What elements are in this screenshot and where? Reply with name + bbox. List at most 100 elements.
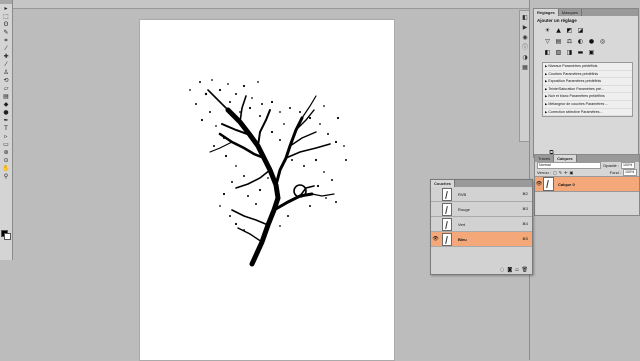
document-canvas[interactable] [140,20,394,360]
channel-shortcut: ⌘2 [522,192,528,196]
eraser-tool-icon[interactable]: ▱ [2,85,10,92]
preset-item[interactable]: ▶Exposition Paramètres prédéfinis [543,78,632,86]
brightness-icon[interactable]: ☀ [544,27,551,34]
lock-position-icon[interactable]: ✛ [564,170,567,175]
history-brush-tool-icon[interactable]: ⟲ [2,77,10,84]
tree-image [189,79,347,267]
history-panel-icon[interactable]: ◧ [522,15,528,21]
actions-panel-icon[interactable]: ▶ [522,25,528,31]
type-tool-icon[interactable]: T [2,125,10,132]
exposure-icon[interactable]: ◪ [577,27,584,34]
channel-row-vert[interactable]: Vert ⌘4 [431,217,532,232]
lasso-tool-icon[interactable]: ʘ [2,21,10,28]
preset-item[interactable]: ▶Correction sélective Paramètres... [543,109,632,117]
channel-name: Rouge [458,206,470,212]
channel-shortcut: ⌘5 [522,237,528,241]
save-selection-icon[interactable]: ◙ [507,267,512,273]
clone-stamp-tool-icon[interactable]: ♙ [2,69,10,76]
photo-filter-icon[interactable]: ● [588,38,595,45]
pen-tool-icon[interactable]: ✒ [2,117,10,124]
channels-panel: Couches RVB ⌘2 Rouge ⌘3 Vert ⌘4 👁 Bleu ⌘… [430,179,533,275]
color-panel-icon[interactable]: ◑ [522,55,528,61]
channel-thumbnail [442,232,452,246]
tools-panel: ▸ ⬚ ʘ ✎ ⌗ ⁄ ✚ ⁄ ♙ ⟲ ▱ ▤ ◆ ● ✒ T ▹ ▭ ⊛ ⊙ ✋ ⚲ [0,0,13,260]
move-tool-icon[interactable]: ▸ [2,5,10,12]
channel-thumbnail [442,187,452,201]
channel-shortcut: ⌘3 [522,207,528,211]
preset-item[interactable]: ▶Teinte/Saturation Paramètres pré... [543,86,632,94]
blur-tool-icon[interactable]: ◆ [2,101,10,108]
channels-footer: ◌ ◙ ▫ 🗑 [500,267,528,273]
fill-label: Fond : [609,170,621,175]
channel-row-bleu[interactable]: 👁 Bleu ⌘5 [431,232,532,247]
levels-icon[interactable]: ▲ [555,27,562,34]
preset-item[interactable]: ▶Niveaux Paramètres prédéfinis [543,63,632,71]
opacity-field[interactable]: 100% [621,162,636,169]
selective-color-icon[interactable]: ▣ [588,49,595,56]
curves-icon[interactable]: ◩ [566,27,573,34]
invert-icon[interactable]: ◧ [544,49,551,56]
lock-all-icon[interactable]: ▣ [570,170,574,175]
channel-name: RVB [458,191,467,197]
lock-transparency-icon[interactable]: ▢ [553,170,557,175]
background-color-swatch[interactable] [4,233,11,240]
threshold-icon[interactable]: ◨ [566,49,573,56]
fill-field[interactable]: 100% [623,169,637,176]
tools-panel-grip[interactable] [0,0,12,4]
options-bar [12,0,529,9]
preset-item[interactable]: ▶Noir et blanc Paramètres prédéfinis [543,93,632,101]
lock-pixels-icon[interactable]: ✎ [559,170,562,175]
adjustments-tabs: Réglages Masques [534,9,638,16]
adjustment-presets-list: ▶Niveaux Paramètres prédéfinis ▶Courbes … [542,62,633,118]
healing-brush-tool-icon[interactable]: ✚ [2,53,10,60]
tab-masks[interactable]: Masques [559,9,583,16]
layers-tabs: Tracés Calques [535,155,639,162]
new-channel-icon[interactable]: ▫ [515,267,518,273]
black-white-icon[interactable]: ◐ [577,38,584,45]
channel-name: Bleu [458,236,467,242]
crop-tool-icon[interactable]: ⌗ [2,37,10,44]
vibrance-icon[interactable]: ▽ [544,38,551,45]
channel-shortcut: ⌘4 [522,222,528,226]
hue-saturation-icon[interactable]: ▤ [555,38,562,45]
blend-mode-select[interactable]: Normal [537,162,601,169]
tab-paths[interactable]: Tracés [535,155,555,162]
color-balance-icon[interactable]: ⚖ [566,38,573,45]
channel-mixer-icon[interactable]: ◎ [599,38,606,45]
eye-icon[interactable]: 👁 [535,181,543,187]
eye-icon[interactable]: 👁 [431,236,440,242]
layer-row[interactable]: 👁 Calque 0 [535,176,639,192]
3d-rotate-tool-icon[interactable]: ⊛ [2,149,10,156]
layers-panel: Tracés Calques Normal Opacité : 100% Ver… [534,154,640,216]
channel-row-rvb[interactable]: RVB ⌘2 [431,187,532,202]
swatches-panel-icon[interactable]: ▦ [522,65,528,71]
hand-tool-icon[interactable]: ✋ [2,165,10,172]
path-select-tool-icon[interactable]: ▹ [2,133,10,140]
adjustments-panel: Réglages Masques Ajouter un réglage ☀ ▲ … [533,8,639,158]
opacity-label: Opacité : [603,163,620,168]
gradient-tool-icon[interactable]: ▤ [2,93,10,100]
info-panel-icon[interactable]: ⓘ [522,45,528,51]
posterize-icon[interactable]: ▨ [555,49,562,56]
3d-orbit-tool-icon[interactable]: ⊙ [2,157,10,164]
tab-channels[interactable]: Couches [431,180,455,187]
dodge-tool-icon[interactable]: ● [2,109,10,116]
channel-thumbnail [442,217,452,231]
layer-thumbnail [543,177,554,191]
eyedropper-tool-icon[interactable]: ⁄ [2,45,10,52]
marquee-tool-icon[interactable]: ⬚ [2,13,10,20]
shape-tool-icon[interactable]: ▭ [2,141,10,148]
brush-tool-icon[interactable]: ⁄ [2,61,10,68]
channel-row-rouge[interactable]: Rouge ⌘3 [431,202,532,217]
zoom-tool-icon[interactable]: ⚲ [2,173,10,180]
preset-item[interactable]: ▶Courbes Paramètres prédéfinis [543,71,632,79]
quick-select-tool-icon[interactable]: ✎ [2,29,10,36]
navigator-panel-icon[interactable]: ◉ [522,35,528,41]
delete-channel-icon[interactable]: 🗑 [522,267,528,273]
tab-adjustments[interactable]: Réglages [534,9,559,16]
gradient-map-icon[interactable]: ▬ [577,49,584,56]
preset-item[interactable]: ▶Mélangeur de couches Paramètres ... [543,101,632,109]
tab-layers[interactable]: Calques [554,155,577,162]
layer-name: Calque 0 [558,181,575,187]
load-selection-icon[interactable]: ◌ [500,267,504,273]
